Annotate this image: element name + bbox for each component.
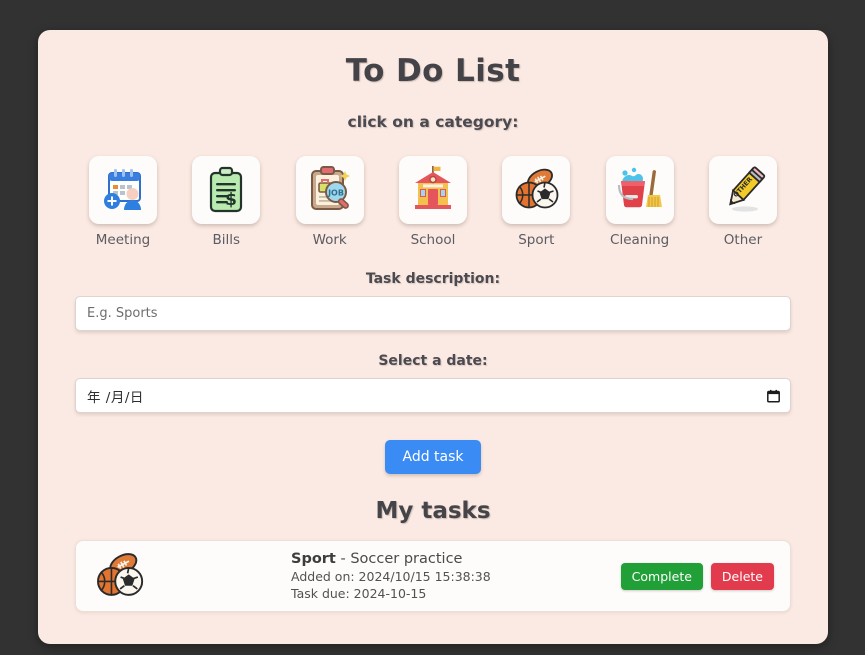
task-separator: - bbox=[335, 550, 351, 567]
task-description-input[interactable] bbox=[75, 296, 791, 331]
category-instruction: click on a category: bbox=[347, 113, 519, 131]
task-added-on: Added on: 2024/10/15 15:38:38 bbox=[291, 569, 491, 585]
category-item-cleaning[interactable]: Cleaning bbox=[591, 156, 689, 248]
category-item-sport[interactable]: Sport bbox=[487, 156, 585, 248]
page-title: To Do List bbox=[345, 53, 521, 89]
add-task-row: Add task bbox=[38, 440, 828, 474]
category-label: Sport bbox=[518, 232, 555, 248]
my-tasks-heading: My tasks bbox=[375, 498, 491, 524]
category-item-work[interactable]: JOB Work bbox=[281, 156, 379, 248]
category-label: Other bbox=[723, 232, 763, 248]
task-date-field-wrap: 年 /月/日 bbox=[38, 378, 828, 413]
task-category: Sport bbox=[291, 550, 336, 567]
calendar-person-icon bbox=[89, 156, 157, 224]
task-description: Soccer practice bbox=[350, 550, 463, 567]
school-building-icon bbox=[398, 156, 467, 224]
task-date-input[interactable]: 年 /月/日 bbox=[75, 378, 791, 413]
task-details: Sport - Soccer practice Added on: 2024/1… bbox=[148, 550, 621, 603]
bucket-broom-icon bbox=[605, 156, 674, 224]
category-item-meeting[interactable]: Meeting bbox=[74, 156, 172, 248]
category-label: Bills bbox=[212, 232, 241, 248]
category-label: School bbox=[410, 232, 456, 248]
sport-balls-icon bbox=[502, 156, 571, 224]
category-list: Meeting $ Bills JOB Work School Sport Cl… bbox=[38, 156, 828, 248]
task-due-date: Task due: 2024-10-15 bbox=[291, 585, 427, 601]
task-list: Sport - Soccer practice Added on: 2024/1… bbox=[38, 540, 828, 612]
add-task-button[interactable]: Add task bbox=[385, 440, 481, 474]
category-item-bills[interactable]: $ Bills bbox=[177, 156, 275, 248]
pencil-icon: OTHER bbox=[708, 156, 777, 224]
task-description-label: Task description: bbox=[365, 271, 501, 287]
task-description-field-wrap bbox=[38, 296, 828, 331]
category-label: Meeting bbox=[95, 232, 151, 248]
clipboard-dollar-icon: $ bbox=[192, 156, 261, 224]
date-placeholder-text: 年 /月/日 bbox=[87, 389, 144, 406]
category-label: Work bbox=[312, 232, 347, 248]
sport-balls-icon bbox=[90, 547, 148, 605]
category-item-other[interactable]: OTHER Other bbox=[694, 156, 792, 248]
complete-button[interactable]: Complete bbox=[620, 562, 703, 590]
svg-text:JOB: JOB bbox=[327, 189, 344, 198]
calendar-picker-icon[interactable] bbox=[767, 389, 780, 402]
svg-text:$: $ bbox=[225, 190, 237, 210]
task-actions: Complete Delete bbox=[620, 562, 776, 590]
category-label: Cleaning bbox=[610, 232, 670, 248]
task-title: Sport - Soccer practice bbox=[291, 550, 621, 570]
task-date-label: Select a date: bbox=[378, 353, 488, 369]
delete-button[interactable]: Delete bbox=[710, 562, 774, 590]
task-row: Sport - Soccer practice Added on: 2024/1… bbox=[75, 540, 791, 612]
todo-app-card: To Do List click on a category: Meeting … bbox=[38, 30, 828, 644]
clipboard-job-magnifier-icon: JOB bbox=[295, 156, 364, 224]
category-item-school[interactable]: School bbox=[384, 156, 482, 248]
